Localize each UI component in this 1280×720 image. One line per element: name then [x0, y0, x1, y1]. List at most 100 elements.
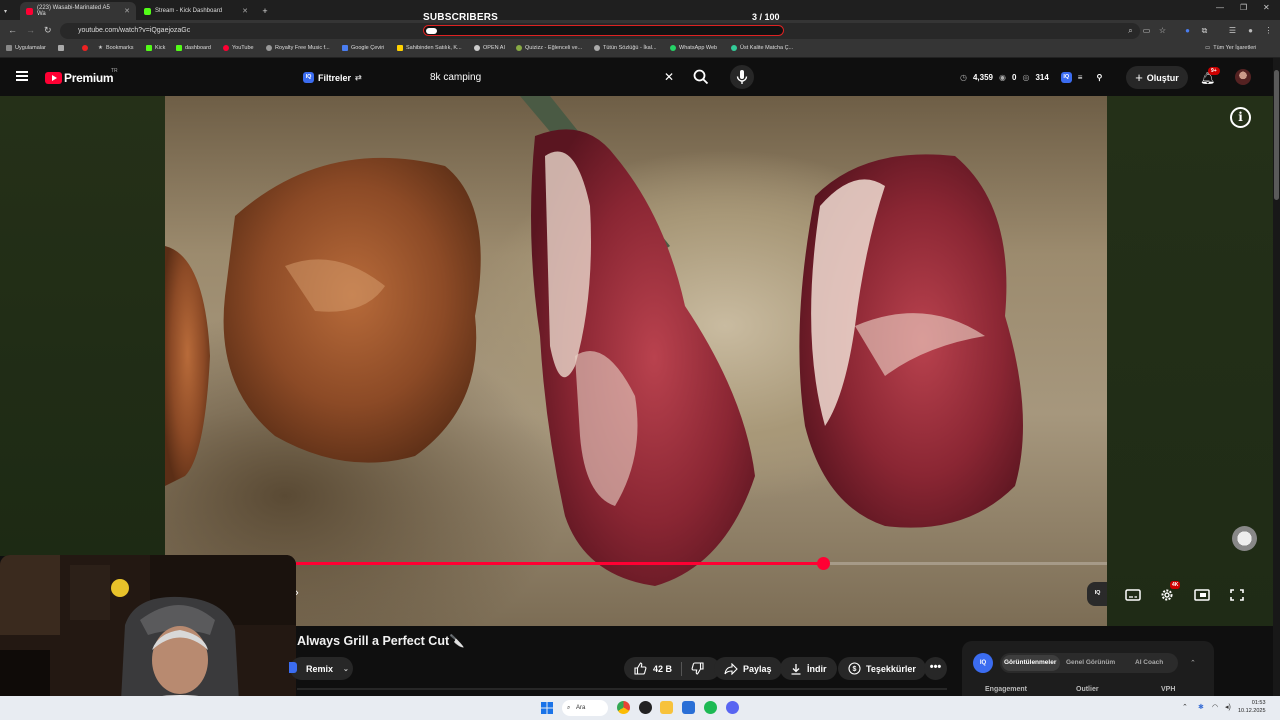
menu-kebab-icon[interactable]: ⋮	[1264, 26, 1273, 35]
forward-icon[interactable]: →	[26, 25, 35, 35]
youtube-logo-icon[interactable]	[45, 72, 62, 84]
like-button[interactable]: 42 B	[634, 662, 672, 675]
video-progress-played[interactable]	[296, 562, 823, 565]
bookmark-0[interactable]: ★ Bookmarks	[98, 45, 133, 51]
reload-icon[interactable]: ↻	[44, 25, 52, 36]
settings-gear-icon[interactable]	[1159, 588, 1175, 602]
fullscreen-icon[interactable]	[1229, 588, 1245, 602]
wifi-icon[interactable]: ◠	[1212, 703, 1218, 711]
bookmark-6[interactable]: Sahibinden Satılık, K...	[397, 45, 462, 51]
more-actions-button[interactable]: •••	[924, 657, 947, 680]
star-bookmark-icon: ★	[98, 45, 103, 51]
search-icon[interactable]	[692, 68, 710, 86]
thanks-label: Teşekkürler	[866, 663, 916, 674]
iq-tab-views[interactable]: Görüntülenmeler	[1004, 659, 1056, 666]
stat-eye: 0	[1012, 73, 1017, 82]
clear-search-icon[interactable]: ✕	[664, 70, 674, 84]
sidebar-icon[interactable]: ☰	[1228, 26, 1237, 35]
profile-icon[interactable]: ●	[1246, 26, 1255, 35]
video-player[interactable]	[165, 96, 1107, 626]
bluetooth-icon[interactable]: ✱	[1198, 703, 1204, 711]
cast-icon[interactable]: ▭	[1142, 26, 1151, 35]
account-avatar[interactable]	[1235, 69, 1251, 85]
chrome-taskbar-icon[interactable]	[617, 701, 630, 714]
quality-badge: 4K	[1170, 581, 1181, 589]
bookmark-3[interactable]: YouTube	[223, 45, 254, 51]
share-button[interactable]: Paylaş	[714, 657, 782, 680]
volume-icon[interactable]: ◂)	[1225, 703, 1231, 711]
remix-button[interactable]: Remix ⌄	[290, 657, 353, 680]
thanks-button[interactable]: $ Teşekkürler	[838, 657, 926, 680]
bookmark-label: Google Çeviri	[351, 45, 385, 51]
bookmark-10[interactable]: WhatsApp Web	[670, 45, 717, 51]
zoom-icon[interactable]: ⌕	[1126, 26, 1135, 35]
iq-player-button[interactable]: IQ	[1087, 582, 1107, 606]
windows-start-icon[interactable]	[541, 702, 553, 714]
bookmark-apps[interactable]: Uygulamalar	[6, 45, 46, 51]
download-button[interactable]: İndir	[780, 657, 837, 680]
extension-icon[interactable]: ●	[1183, 26, 1192, 35]
share-label: Paylaş	[743, 663, 772, 674]
bookmark-11[interactable]: Üst Kalite Matcha Ç...	[731, 45, 793, 51]
bookmark-label: Tütün Sözlüğü - İkal...	[603, 45, 657, 51]
browser-tab-kick[interactable]: Stream - Kick Dashboard ✕	[138, 2, 254, 20]
bookmark-label: Tüm Yer İşaretleri	[1213, 45, 1257, 51]
bookmark-1[interactable]: Kick	[146, 45, 165, 51]
back-icon[interactable]: ←	[8, 25, 17, 35]
all-bookmarks[interactable]: ▭ Tüm Yer İşaretleri	[1205, 45, 1256, 51]
maximize-icon[interactable]: ❐	[1240, 3, 1247, 12]
iq-extension-icon[interactable]: IQ	[1060, 72, 1072, 83]
voice-search-button[interactable]	[730, 65, 754, 89]
bookmark-9[interactable]: Tütün Sözlüğü - İkal...	[594, 45, 657, 51]
extensions-puzzle-icon[interactable]: ⧉	[1200, 26, 1209, 35]
thumbs-down-icon[interactable]	[691, 662, 704, 675]
bookmark-5[interactable]: Google Çeviri	[342, 45, 384, 51]
create-button[interactable]: + Oluştur	[1126, 66, 1188, 89]
minimize-icon[interactable]: —	[1216, 3, 1224, 12]
youtube-header: Premium TR IQ Filtreler ⇄ 8k camping ✕ ◷…	[0, 58, 1280, 96]
taskbar-search-label: Ara	[576, 705, 586, 711]
video-content-steaks	[165, 96, 1023, 587]
taskbar-clock[interactable]: 01:53 10.12.2025	[1238, 699, 1266, 715]
tab-search-icon[interactable]: ▾	[4, 2, 16, 20]
bookmark-red[interactable]	[82, 45, 88, 51]
chevron-down-icon: ⌄	[343, 665, 349, 673]
new-tab-button[interactable]: +	[258, 2, 272, 20]
browser-tab-youtube[interactable]: (223) Wasabi-Marinated A5 Wa ✕	[20, 2, 136, 20]
close-tab-icon[interactable]: ✕	[242, 7, 248, 15]
file-explorer-taskbar-icon[interactable]	[660, 701, 673, 714]
iq-tab-ai-coach[interactable]: AI Coach	[1135, 659, 1163, 666]
theater-mode-icon[interactable]	[1194, 588, 1210, 602]
search-input[interactable]: 8k camping	[420, 66, 685, 89]
menu-hamburger-icon[interactable]	[16, 71, 28, 81]
channel-watermark[interactable]	[1232, 526, 1257, 551]
bookmark-grid[interactable]	[58, 45, 64, 51]
iq-column-engagement: Engagement	[985, 686, 1028, 693]
obs-taskbar-icon[interactable]	[639, 701, 652, 714]
iq-column-vph: VPH	[1161, 686, 1176, 693]
bookmark-2[interactable]: dashboard	[176, 45, 211, 51]
youtube-premium-logo-text[interactable]: Premium	[64, 71, 114, 85]
discord-taskbar-icon[interactable]	[726, 701, 739, 714]
iq-tab-overview[interactable]: Genel Görünüm	[1066, 659, 1115, 666]
kick-icon	[176, 45, 182, 51]
spotify-taskbar-icon[interactable]	[704, 701, 717, 714]
subtitles-icon[interactable]	[1125, 588, 1141, 602]
video-progress-scrubber[interactable]	[817, 557, 830, 570]
scrollbar-thumb[interactable]	[1274, 70, 1279, 200]
bookmark-4[interactable]: Royalty Free Music f...	[266, 45, 330, 51]
store-taskbar-icon[interactable]	[682, 701, 695, 714]
info-icon[interactable]: i	[1230, 107, 1251, 128]
divider	[681, 661, 683, 676]
collapse-chevron-icon[interactable]: ⌃	[1190, 659, 1196, 667]
filters-button[interactable]: IQ Filtreler ⇄	[303, 67, 362, 88]
tray-chevron-icon[interactable]: ⌃	[1182, 703, 1188, 711]
bookmark-8[interactable]: Quizizz - Eğlenceli ve...	[516, 45, 582, 51]
taskbar-search[interactable]: ⌕ Ara	[562, 700, 608, 716]
list-icon[interactable]: ≡	[1078, 73, 1083, 82]
bookmark-7[interactable]: OPEN AI	[474, 45, 505, 51]
close-tab-icon[interactable]: ✕	[124, 7, 130, 15]
close-window-icon[interactable]: ✕	[1263, 3, 1270, 12]
filter-icon[interactable]: ⚲	[1096, 73, 1102, 82]
star-icon[interactable]: ☆	[1158, 26, 1167, 35]
